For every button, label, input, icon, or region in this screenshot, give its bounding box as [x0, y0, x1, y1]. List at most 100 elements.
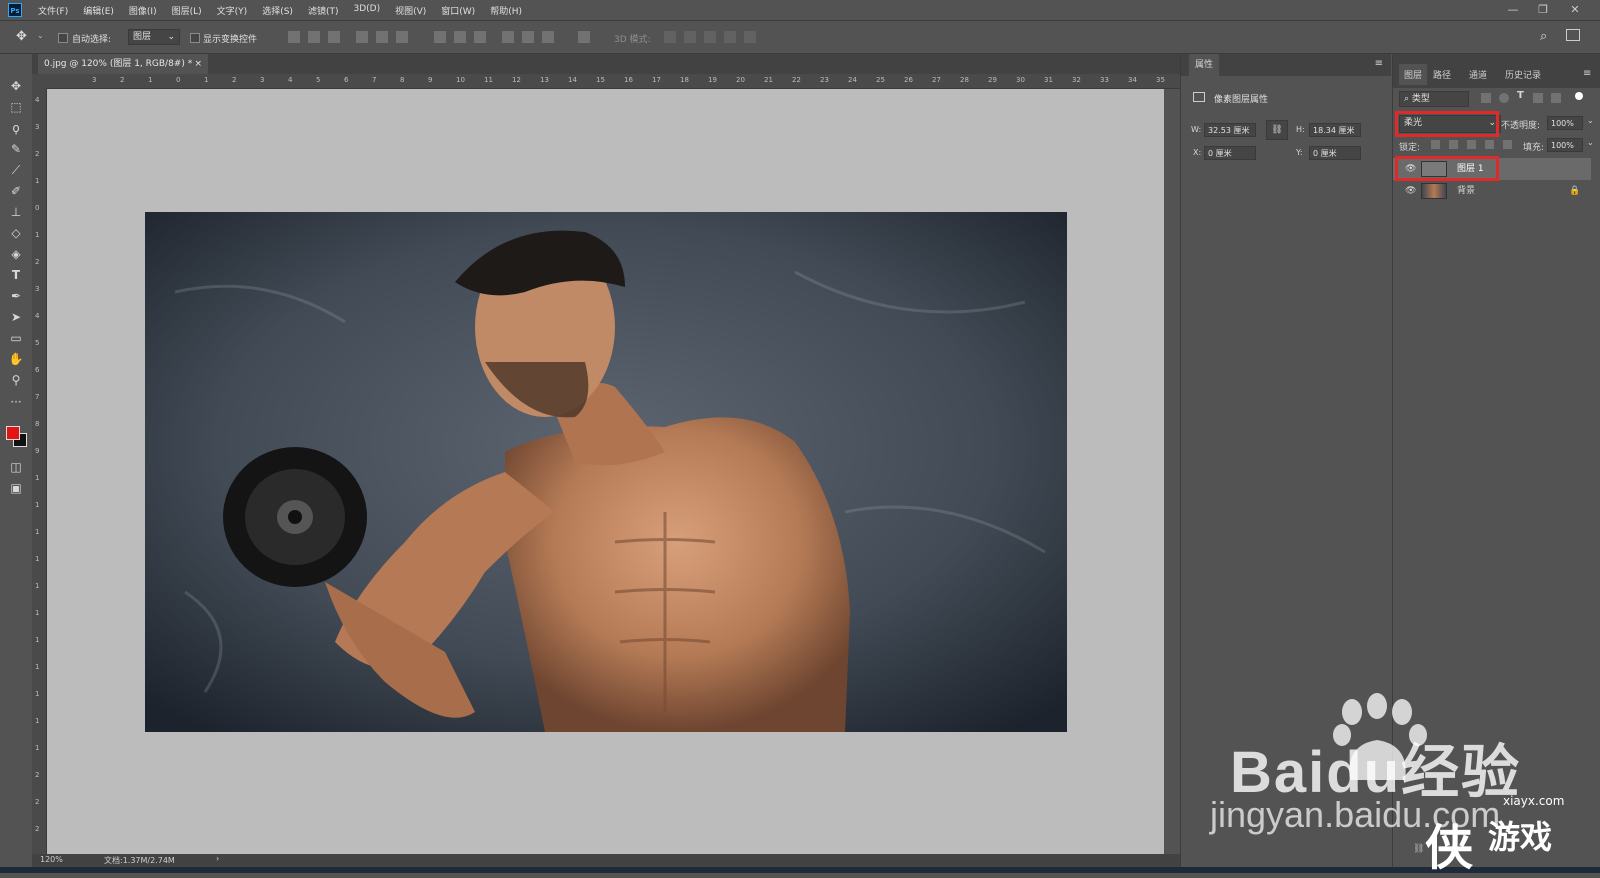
auto-align-icon[interactable] [578, 31, 590, 43]
distribute-vcenter-icon[interactable] [454, 31, 466, 43]
path-select-tool-icon[interactable]: ➤ [8, 310, 24, 324]
document-image[interactable] [145, 212, 1067, 732]
zoom-level[interactable]: 120% [40, 855, 63, 864]
type-tool-icon[interactable]: T [8, 268, 24, 282]
more-tools-icon[interactable]: ··· [8, 395, 24, 409]
filter-shape-icon[interactable] [1533, 93, 1543, 103]
move-tool-icon[interactable]: ✥ [16, 30, 27, 43]
move-tool-icon[interactable]: ✥ [8, 79, 24, 93]
brush-tool-icon[interactable]: ✐ [8, 184, 24, 198]
panel-menu-icon[interactable]: ≡ [1375, 58, 1383, 69]
menu-view[interactable]: 视图(V) [395, 4, 426, 17]
align-hcenter-icon[interactable] [376, 31, 388, 43]
rectangle-tool-icon[interactable]: ▭ [8, 331, 24, 345]
align-vcenter-icon[interactable] [308, 31, 320, 43]
stamp-tool-icon[interactable]: ⊥ [8, 205, 24, 219]
y-label: Y: [1296, 148, 1303, 157]
lock-artboard-icon[interactable] [1485, 140, 1494, 149]
auto-select-dropdown[interactable]: 图层 ⌄ [128, 29, 180, 45]
tab-history[interactable]: 历史记录 [1505, 68, 1541, 81]
3d-rotate-icon[interactable] [664, 31, 676, 43]
distribute-left-icon[interactable] [502, 31, 514, 43]
layer-link-icon[interactable]: ⛓ [1413, 844, 1424, 854]
panel-menu-icon[interactable]: ≡ [1583, 68, 1591, 79]
transform-controls-checkbox[interactable] [190, 33, 200, 43]
tab-paths[interactable]: 路径 [1433, 68, 1451, 81]
marquee-tool-icon[interactable]: ⬚ [8, 100, 24, 114]
filter-smart-object-icon[interactable] [1551, 93, 1561, 103]
distribute-hcenter-icon[interactable] [522, 31, 534, 43]
tool-preset-chevron-icon[interactable]: ⌄ [37, 31, 44, 40]
menu-select[interactable]: 选择(S) [262, 4, 293, 17]
close-tab-icon[interactable]: × [194, 54, 202, 74]
3d-scale-icon[interactable] [744, 31, 756, 43]
layer-name[interactable]: 背景 [1457, 180, 1475, 202]
layer-row-background[interactable]: 👁 背景 🔒 [1393, 180, 1591, 202]
filter-toggle-icon[interactable] [1575, 92, 1583, 100]
opacity-chevron-icon[interactable]: ⌄ [1587, 116, 1594, 125]
menu-window[interactable]: 窗口(W) [441, 4, 475, 17]
eraser-tool-icon[interactable]: ◇ [8, 226, 24, 240]
screen-mode-icon[interactable]: ▣ [8, 481, 24, 495]
workspace-icon[interactable] [1566, 29, 1580, 41]
menu-edit[interactable]: 编辑(E) [83, 4, 114, 17]
lock-all-icon[interactable] [1503, 140, 1512, 149]
lock-image-icon[interactable] [1449, 140, 1458, 149]
x-position-field[interactable]: 0 厘米 [1204, 146, 1256, 160]
distribute-bottom-icon[interactable] [474, 31, 486, 43]
link-dimensions-icon[interactable]: ⛓ [1266, 120, 1288, 140]
menu-filter[interactable]: 滤镜(T) [308, 4, 339, 17]
opacity-field[interactable]: 100% [1547, 116, 1583, 130]
menu-type[interactable]: 文字(Y) [217, 4, 248, 17]
auto-select-checkbox[interactable] [58, 33, 68, 43]
layer-filter-dropdown[interactable]: ⌕ 类型 [1399, 91, 1469, 107]
distribute-top-icon[interactable] [434, 31, 446, 43]
search-icon[interactable]: ⌕ [1540, 29, 1547, 44]
tab-channels[interactable]: 通道 [1469, 68, 1487, 81]
filter-pixel-icon[interactable] [1481, 93, 1491, 103]
document-tab[interactable]: 0.jpg @ 120% (图层 1, RGB/8#) * × [38, 54, 208, 74]
3d-roll-icon[interactable] [684, 31, 696, 43]
distribute-right-icon[interactable] [542, 31, 554, 43]
height-field[interactable]: 18.34 厘米 [1309, 123, 1361, 137]
tab-layers[interactable]: 图层 [1399, 64, 1428, 85]
visibility-eye-icon[interactable]: 👁 [1405, 186, 1416, 196]
lock-transparent-icon[interactable] [1431, 140, 1440, 149]
minimize-button[interactable]: — [1500, 2, 1526, 18]
menu-layer[interactable]: 图层(L) [172, 4, 202, 17]
menu-file[interactable]: 文件(F) [38, 4, 68, 17]
filter-type-icon[interactable]: T [1517, 90, 1524, 101]
align-left-icon[interactable] [356, 31, 368, 43]
align-bottom-icon[interactable] [328, 31, 340, 43]
quick-mask-icon[interactable]: ◫ [8, 460, 24, 474]
pen-tool-icon[interactable]: ✒ [8, 289, 24, 303]
ruler-tick-label: 1 [35, 474, 40, 482]
foreground-color-swatch[interactable] [6, 426, 20, 440]
properties-tab-strip: 属性 ≡ [1181, 54, 1391, 76]
width-field[interactable]: 32.53 厘米 [1204, 123, 1256, 137]
fill-field[interactable]: 100% [1547, 138, 1583, 152]
filter-adjustment-icon[interactable] [1499, 93, 1509, 103]
lasso-tool-icon[interactable]: ϙ [8, 121, 24, 135]
close-window-button[interactable]: ✕ [1562, 2, 1588, 18]
menu-help[interactable]: 帮助(H) [490, 4, 522, 17]
quick-select-tool-icon[interactable]: ✎ [8, 142, 24, 156]
3d-slide-icon[interactable] [724, 31, 736, 43]
menu-3d[interactable]: 3D(D) [353, 4, 380, 17]
restore-button[interactable]: ❐ [1530, 2, 1556, 18]
hand-tool-icon[interactable]: ✋ [8, 352, 24, 366]
zoom-tool-icon[interactable]: ⚲ [8, 373, 24, 387]
align-top-icon[interactable] [288, 31, 300, 43]
lock-position-icon[interactable] [1467, 140, 1476, 149]
properties-tab[interactable]: 属性 [1189, 54, 1220, 76]
menu-image[interactable]: 图像(I) [129, 4, 157, 17]
bucket-tool-icon[interactable]: ◈ [8, 247, 24, 261]
y-position-field[interactable]: 0 厘米 [1309, 146, 1361, 160]
3d-drag-icon[interactable] [704, 31, 716, 43]
x-label: X: [1193, 148, 1202, 157]
align-right-icon[interactable] [396, 31, 408, 43]
status-menu-arrow-icon[interactable]: › [216, 854, 219, 863]
fill-chevron-icon[interactable]: ⌄ [1587, 138, 1594, 147]
ruler-tick-label: 23 [820, 76, 829, 84]
eyedropper-tool-icon[interactable]: ⟋ [8, 163, 24, 177]
